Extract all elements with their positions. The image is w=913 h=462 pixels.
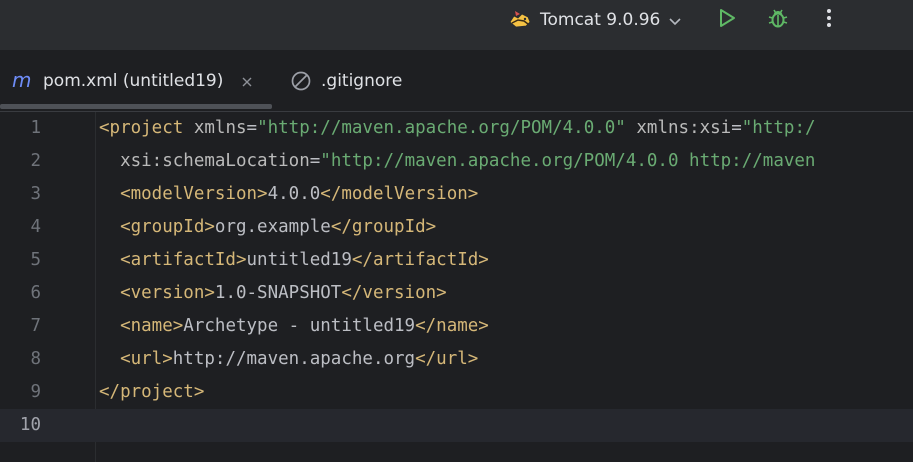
- code-line[interactable]: 8 <url>http://maven.apache.org</url>: [0, 343, 913, 376]
- code-token: <groupId>: [120, 217, 215, 237]
- code-token: xsi:schemaLocation: [120, 151, 310, 171]
- line-number: 2: [30, 151, 41, 171]
- chevron-down-icon: [668, 13, 682, 27]
- tab-pom-xml[interactable]: m pom.xml (untitled19): [12, 50, 254, 111]
- code-token: "http://maven.apache.org/POM/4.0.0": [257, 118, 626, 138]
- svg-text:m: m: [12, 71, 31, 91]
- tab-gitignore[interactable]: .gitignore: [290, 50, 402, 111]
- tab-label: .gitignore: [321, 70, 403, 91]
- tab-label: pom.xml (untitled19): [43, 70, 224, 91]
- more-vertical-icon: [825, 7, 833, 33]
- line-number: 6: [30, 283, 41, 303]
- code-token: </modelVersion>: [320, 184, 479, 204]
- code-editor[interactable]: 1 <project xmlns="http://maven.apache.org…: [0, 112, 913, 462]
- code-line[interactable]: 6 <version>1.0-SNAPSHOT</version>: [0, 277, 913, 310]
- code-text: <groupId>org.example</groupId>: [99, 211, 436, 244]
- line-number: 1: [30, 118, 41, 138]
- run-configuration-label: Tomcat 9.0.96: [540, 10, 661, 30]
- code-token: http://maven.apache.org: [172, 349, 416, 369]
- main-toolbar: Tomcat 9.0.96: [0, 0, 913, 50]
- line-number: 10: [19, 415, 41, 435]
- bug-icon: [766, 6, 790, 34]
- ignored-file-icon: [290, 70, 312, 92]
- line-number: 3: [30, 184, 41, 204]
- code-token: =: [731, 118, 742, 138]
- code-token: </name>: [415, 316, 489, 336]
- line-number: 4: [30, 217, 41, 237]
- code-token: "http://maven.apache.org/POM/4.0.0 http:…: [320, 151, 816, 171]
- code-text: <name>Archetype - untitled19</name>: [99, 310, 489, 343]
- code-line[interactable]: 5 <artifactId>untitled19</artifactId>: [0, 244, 913, 277]
- code-line[interactable]: 3 <modelVersion>4.0.0</modelVersion>: [0, 178, 913, 211]
- code-token: 1.0-SNAPSHOT: [214, 283, 342, 303]
- line-number: 9: [30, 382, 41, 402]
- code-text: <project xmlns="http://maven.apache.org/…: [99, 112, 816, 145]
- code-text: <artifactId>untitled19</artifactId>: [99, 244, 489, 277]
- tomcat-icon: [506, 8, 532, 32]
- code-text: <url>http://maven.apache.org</url>: [99, 343, 478, 376]
- code-line[interactable]: 1 <project xmlns="http://maven.apache.org…: [0, 112, 913, 145]
- code-text: <version>1.0-SNAPSHOT</version>: [99, 277, 447, 310]
- code-token: </artifactId>: [351, 250, 489, 270]
- close-icon[interactable]: [240, 74, 254, 88]
- play-icon: [716, 7, 738, 33]
- code-token: xmlns:xsi: [636, 118, 732, 138]
- code-token: Archetype - untitled19: [183, 316, 416, 336]
- code-token: =: [309, 151, 321, 171]
- code-token: 4.0.0: [267, 184, 321, 204]
- active-tab-indicator: [0, 104, 272, 109]
- code-token: <name>: [120, 316, 184, 336]
- run-button[interactable]: [713, 6, 741, 34]
- run-configuration-selector[interactable]: Tomcat 9.0.96: [506, 6, 682, 34]
- code-text: </project>: [99, 376, 204, 409]
- maven-m-icon: m: [12, 68, 34, 92]
- code-token: <url>: [120, 349, 173, 369]
- code-token: untitled19: [246, 250, 352, 270]
- line-number: 7: [30, 316, 41, 336]
- code-token: xmlns: [193, 118, 247, 138]
- line-number: 8: [30, 349, 41, 369]
- code-line[interactable]: 4 <groupId>org.example</groupId>: [0, 211, 913, 244]
- code-token: <version>: [120, 283, 215, 303]
- code-text: <modelVersion>4.0.0</modelVersion>: [99, 178, 478, 211]
- code-text: xsi:schemaLocation="http://maven.apache.…: [99, 145, 815, 178]
- more-actions-button[interactable]: [815, 6, 843, 34]
- code-token: <project: [99, 118, 184, 138]
- line-number: 5: [30, 250, 41, 270]
- code-token: </project>: [99, 382, 205, 402]
- code-token: "http:/: [741, 118, 816, 138]
- code-token: </url>: [415, 349, 479, 369]
- code-token: =: [246, 118, 258, 138]
- code-token: </groupId>: [330, 217, 437, 237]
- code-line[interactable]: 7 <name>Archetype - untitled19</name>: [0, 310, 913, 343]
- code-line[interactable]: 2 xsi:schemaLocation="http://maven.apach…: [0, 145, 913, 178]
- code-token: <artifactId>: [120, 250, 247, 270]
- code-line[interactable]: 9 </project>: [0, 376, 913, 409]
- editor-tab-bar: m pom.xml (untitled19) .gitignore: [0, 50, 913, 112]
- debug-button[interactable]: [764, 6, 792, 34]
- code-token: <modelVersion>: [120, 184, 268, 204]
- code-token: org.example: [214, 217, 331, 237]
- code-line[interactable]: 10: [0, 409, 913, 442]
- code-token: </version>: [341, 283, 447, 303]
